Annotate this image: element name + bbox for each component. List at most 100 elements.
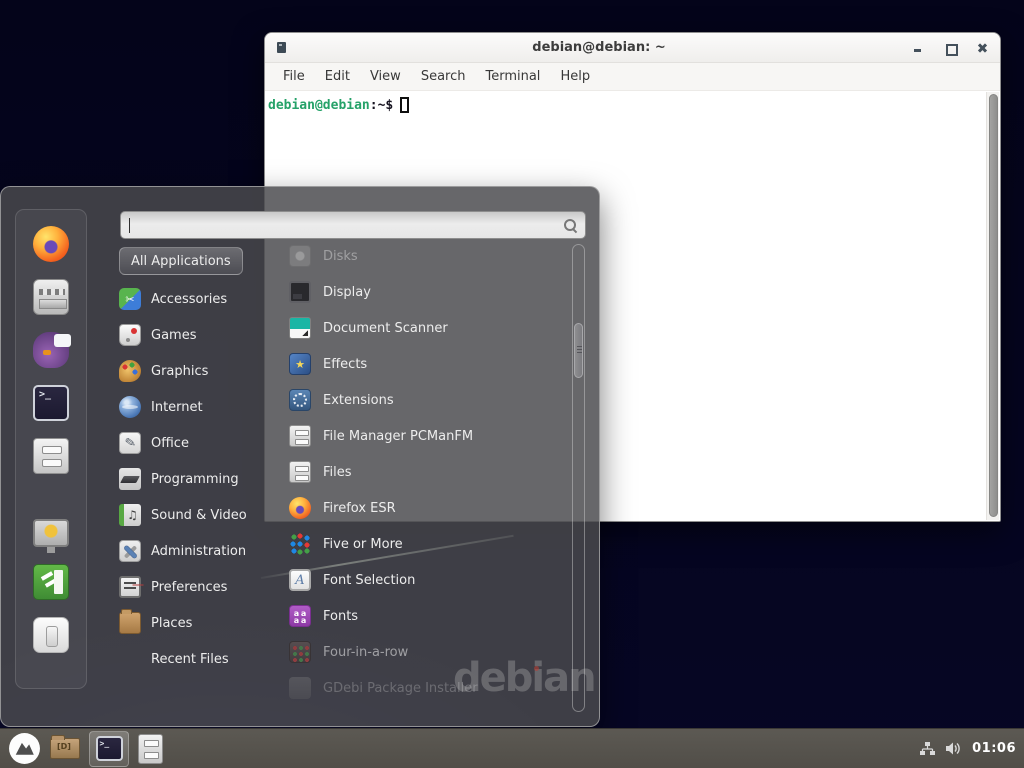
category-label: Administration bbox=[151, 544, 246, 559]
category-sound-video[interactable]: Sound & Video bbox=[119, 497, 271, 533]
app-item-file-manager-pcmanfm[interactable]: File Manager PCManFM bbox=[289, 418, 569, 454]
files-icon[interactable] bbox=[138, 734, 163, 764]
app-label: Four-in-a-row bbox=[323, 645, 408, 660]
taskbar: 01:06 bbox=[0, 728, 1024, 768]
category-places[interactable]: Places bbox=[119, 605, 271, 641]
app-list-scrollbar[interactable] bbox=[572, 244, 585, 712]
category-label: Recent Files bbox=[151, 652, 229, 667]
extensions-icon bbox=[289, 389, 311, 411]
category-label: Accessories bbox=[151, 292, 227, 307]
taskbar-launchers bbox=[8, 731, 163, 767]
menu-file[interactable]: File bbox=[273, 69, 315, 84]
application-list: Disks Display Document Scanner Effects E… bbox=[289, 238, 569, 706]
file-manager-icon[interactable] bbox=[33, 438, 69, 474]
prompt-path: :~$ bbox=[370, 98, 393, 113]
maximize-icon[interactable] bbox=[944, 42, 956, 54]
terminal-scrollbar-thumb[interactable] bbox=[989, 94, 998, 517]
taskbar-clock[interactable]: 01:06 bbox=[972, 741, 1016, 756]
category-administration[interactable]: Administration bbox=[119, 533, 271, 569]
category-label: Games bbox=[151, 328, 196, 343]
app-item-five-or-more[interactable]: Five or More bbox=[289, 526, 569, 562]
window-controls bbox=[912, 42, 988, 54]
pidgin-icon[interactable] bbox=[33, 332, 69, 368]
app-item-extensions[interactable]: Extensions bbox=[289, 382, 569, 418]
internet-icon bbox=[119, 396, 141, 418]
terminal-window-icon bbox=[277, 42, 286, 53]
log-out-icon[interactable] bbox=[33, 564, 69, 600]
category-recent-files[interactable]: Recent Files bbox=[119, 641, 271, 677]
category-list: All Applications Accessories Games Graph… bbox=[119, 247, 271, 677]
app-label: File Manager PCManFM bbox=[323, 429, 473, 444]
app-label: Extensions bbox=[323, 393, 394, 408]
category-accessories[interactable]: Accessories bbox=[119, 281, 271, 317]
category-preferences[interactable]: Preferences bbox=[119, 569, 271, 605]
terminal-title: debian@debian: ~ bbox=[286, 40, 912, 55]
office-icon bbox=[119, 432, 141, 454]
category-office[interactable]: Office bbox=[119, 425, 271, 461]
files-icon bbox=[289, 461, 311, 483]
shutdown-icon[interactable] bbox=[33, 617, 69, 653]
search-bar bbox=[120, 211, 586, 239]
menu-help[interactable]: Help bbox=[550, 69, 600, 84]
menu-terminal[interactable]: Terminal bbox=[475, 69, 550, 84]
category-label: Graphics bbox=[151, 364, 208, 379]
terminal-titlebar[interactable]: debian@debian: ~ bbox=[265, 33, 1000, 63]
app-item-document-scanner[interactable]: Document Scanner bbox=[289, 310, 569, 346]
sound-video-icon bbox=[119, 504, 141, 526]
category-games[interactable]: Games bbox=[119, 317, 271, 353]
app-label: Document Scanner bbox=[323, 321, 448, 336]
app-item-effects[interactable]: Effects bbox=[289, 346, 569, 382]
app-item-fonts[interactable]: Fonts bbox=[289, 598, 569, 634]
terminal-cursor bbox=[400, 97, 409, 113]
firefox-icon[interactable] bbox=[33, 226, 69, 262]
category-label: Programming bbox=[151, 472, 239, 487]
volume-icon[interactable] bbox=[945, 741, 963, 756]
app-label: Effects bbox=[323, 357, 367, 372]
app-item-font-selection[interactable]: Font Selection bbox=[289, 562, 569, 598]
terminal-icon[interactable] bbox=[33, 385, 69, 421]
favorites-sidebar bbox=[15, 209, 87, 689]
menu-search[interactable]: Search bbox=[411, 69, 476, 84]
category-graphics[interactable]: Graphics bbox=[119, 353, 271, 389]
app-label: Files bbox=[323, 465, 352, 480]
menu-icon[interactable] bbox=[8, 732, 41, 765]
lock-screen-icon[interactable] bbox=[33, 519, 69, 547]
app-label: Five or More bbox=[323, 537, 403, 552]
taskbar-task-terminal[interactable] bbox=[89, 731, 129, 767]
app-item-firefox-esr[interactable]: Firefox ESR bbox=[289, 490, 569, 526]
app-item-disks[interactable]: Disks bbox=[289, 238, 569, 274]
file-manager-icon[interactable] bbox=[50, 738, 80, 759]
display-icon bbox=[289, 281, 311, 303]
application-menu: debian All Applications Accessories Game… bbox=[0, 186, 600, 727]
firefox-icon bbox=[289, 497, 311, 519]
effects-icon bbox=[289, 353, 311, 375]
terminal-scrollbar[interactable] bbox=[986, 92, 999, 520]
menu-edit[interactable]: Edit bbox=[315, 69, 360, 84]
disks-icon bbox=[289, 245, 311, 267]
app-item-display[interactable]: Display bbox=[289, 274, 569, 310]
preferences-icon bbox=[119, 576, 141, 598]
category-label: Office bbox=[151, 436, 189, 451]
close-icon[interactable] bbox=[976, 42, 988, 54]
fonts-icon bbox=[289, 605, 311, 627]
menu-view[interactable]: View bbox=[360, 69, 411, 84]
app-item-gdebi-package-installer[interactable]: GDebi Package Installer bbox=[289, 670, 569, 706]
category-internet[interactable]: Internet bbox=[119, 389, 271, 425]
app-label: Display bbox=[323, 285, 371, 300]
category-programming[interactable]: Programming bbox=[119, 461, 271, 497]
network-icon[interactable] bbox=[919, 741, 936, 756]
app-list-scrollbar-thumb[interactable] bbox=[574, 323, 583, 378]
graphics-icon bbox=[119, 360, 141, 382]
app-item-files[interactable]: Files bbox=[289, 454, 569, 490]
places-icon bbox=[119, 612, 141, 634]
software-manager-icon[interactable] bbox=[33, 279, 69, 315]
search-input[interactable] bbox=[130, 212, 564, 238]
category-label: Preferences bbox=[151, 580, 227, 595]
app-label: Fonts bbox=[323, 609, 358, 624]
minimize-icon[interactable] bbox=[912, 42, 924, 54]
category-label: All Applications bbox=[131, 254, 231, 269]
prompt-user-host: debian@debian bbox=[268, 98, 370, 113]
font-selection-icon bbox=[289, 569, 311, 591]
category-all-applications[interactable]: All Applications bbox=[119, 247, 243, 275]
app-item-four-in-a-row[interactable]: Four-in-a-row bbox=[289, 634, 569, 670]
